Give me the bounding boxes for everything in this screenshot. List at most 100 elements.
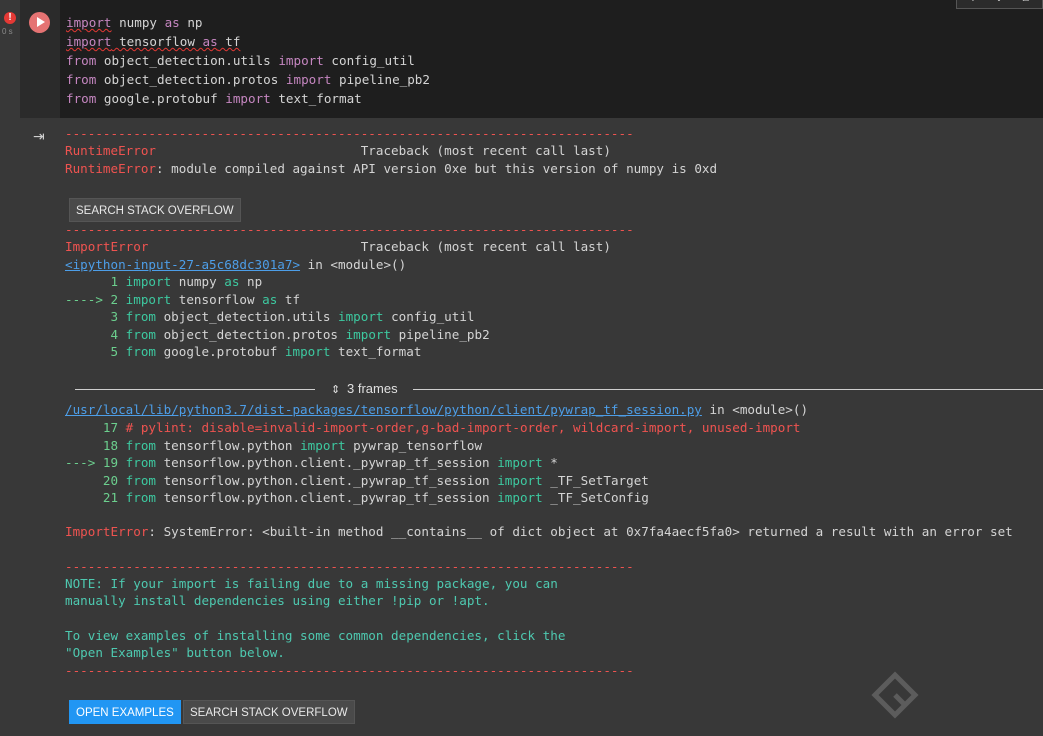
output-text: ----------------------------------------… bbox=[65, 118, 1013, 678]
code-token: text_format bbox=[270, 91, 362, 106]
code-token: 18 bbox=[65, 437, 126, 453]
frames-divider bbox=[413, 389, 1043, 390]
code-token: numpy bbox=[111, 15, 165, 30]
collapsed-frames-toggle[interactable]: ⇕ 3 frames bbox=[75, 380, 1043, 398]
pywrap-file-link[interactable]: /usr/local/lib/python3.7/dist-packages/t… bbox=[65, 402, 702, 417]
code-editor[interactable]: import numpy as np import tensorflow as t… bbox=[60, 0, 1043, 118]
code-line: from object_detection.protos import pipe… bbox=[66, 70, 430, 89]
note-line-2: manually install dependencies using eith… bbox=[65, 593, 490, 608]
code-token: np bbox=[239, 274, 263, 289]
code-token: from bbox=[66, 72, 97, 87]
error-badge-icon[interactable]: ! bbox=[4, 12, 16, 24]
frames-label: 3 frames bbox=[347, 381, 398, 396]
code-token: object_detection.protos bbox=[156, 326, 346, 342]
link-icon[interactable]: ⧉ bbox=[1019, 0, 1031, 4]
code-token: from bbox=[125, 472, 157, 488]
runtime-error-header: RuntimeError Traceback (most recent call… bbox=[65, 143, 611, 158]
code-token: 17 bbox=[65, 420, 126, 435]
traceback-line: 1 import numpy as np bbox=[65, 273, 262, 291]
code-token: _TF_SetTarget bbox=[542, 472, 649, 488]
code-token: text_format bbox=[330, 344, 422, 359]
code-token: as bbox=[224, 274, 240, 289]
expand-frames-icon: ⇕ bbox=[331, 384, 341, 396]
ipython-input-link[interactable]: <ipython-input-27-a5c68dc301a7> bbox=[65, 257, 300, 272]
code-token: object_detection.protos bbox=[96, 72, 286, 87]
code-token: import bbox=[125, 291, 172, 307]
traceback-line: 18 from tensorflow.python import pywrap_… bbox=[65, 437, 482, 455]
code-token: ---> 19 bbox=[65, 455, 126, 470]
traceback-line: 3 from object_detection.utils import con… bbox=[65, 308, 475, 326]
traceback-location: <ipython-input-27-a5c68dc301a7> in <modu… bbox=[65, 257, 407, 272]
dash-line: ----------------------------------------… bbox=[65, 663, 634, 678]
code-token: import bbox=[497, 472, 543, 488]
run-cell-button[interactable] bbox=[29, 12, 50, 33]
code-token: 4 bbox=[65, 326, 126, 342]
code-line: import tensorflow as tf bbox=[66, 32, 430, 51]
code-token: tf bbox=[217, 34, 241, 49]
code-token: object_detection.utils bbox=[156, 309, 338, 324]
frames-divider bbox=[75, 389, 315, 390]
code-line: import numpy as np bbox=[66, 13, 430, 32]
code-token: from bbox=[125, 309, 157, 324]
traceback-line: 20 from tensorflow.python.client._pywrap… bbox=[65, 472, 649, 490]
import-error-header: ImportError Traceback (most recent call … bbox=[65, 239, 611, 254]
traceback-line: 5 from google.protobuf import text_forma… bbox=[65, 343, 421, 361]
dash-line: ----------------------------------------… bbox=[65, 559, 634, 574]
dash-line: ----------------------------------------… bbox=[65, 222, 634, 237]
code-token: config_util bbox=[323, 53, 415, 68]
code-token: from bbox=[66, 53, 97, 68]
code-token: as bbox=[262, 291, 278, 307]
code-token: numpy bbox=[171, 274, 225, 289]
runtime-error-message: RuntimeError: module compiled against AP… bbox=[65, 161, 718, 176]
dash-line: ----------------------------------------… bbox=[65, 126, 634, 141]
open-examples-button[interactable]: OPEN EXAMPLES bbox=[69, 700, 181, 724]
traceback-line: 4 from object_detection.protos import pi… bbox=[65, 326, 490, 344]
code-lines: import numpy as np import tensorflow as t… bbox=[66, 13, 430, 108]
search-stack-overflow-button[interactable]: SEARCH STACK OVERFLOW bbox=[69, 198, 241, 222]
code-token: from bbox=[125, 490, 157, 505]
code-token: tensorflow bbox=[111, 34, 203, 49]
code-cell: import numpy as np import tensorflow as t… bbox=[20, 0, 1043, 118]
code-token: import bbox=[497, 490, 543, 505]
traceback-line: 21 from tensorflow.python.client._pywrap… bbox=[65, 489, 649, 507]
code-token: tensorflow bbox=[171, 291, 263, 307]
code-token: pywrap_tensorflow bbox=[345, 437, 483, 453]
code-token: * bbox=[542, 455, 558, 470]
code-token: tensorflow.python.client._pywrap_tf_sess… bbox=[156, 472, 498, 488]
code-token: object_detection.utils bbox=[96, 53, 279, 68]
cell-toolbar: ↑ ↓ ⧉ bbox=[956, 0, 1043, 9]
code-token: pipeline_pb2 bbox=[391, 326, 490, 342]
code-token: _TF_SetConfig bbox=[542, 490, 649, 505]
code-token: 3 bbox=[65, 309, 126, 324]
traceback-line: 17 # pylint: disable=invalid-import-orde… bbox=[65, 419, 801, 437]
code-token: config_util bbox=[383, 309, 475, 324]
code-token: from bbox=[125, 344, 157, 359]
code-token: tensorflow.python bbox=[156, 437, 301, 453]
watermark-logo bbox=[871, 671, 919, 719]
code-token: 20 bbox=[65, 472, 126, 488]
code-token: from bbox=[125, 455, 157, 470]
code-line: from object_detection.utils import confi… bbox=[66, 51, 430, 70]
code-token: pipeline_pb2 bbox=[331, 72, 430, 87]
run-column bbox=[20, 0, 60, 118]
arrow-down-icon[interactable]: ↓ bbox=[993, 0, 1005, 4]
code-token: tensorflow.python.client._pywrap_tf_sess… bbox=[156, 455, 498, 470]
code-token: from bbox=[125, 437, 157, 453]
search-stack-overflow-button-2[interactable]: SEARCH STACK OVERFLOW bbox=[183, 700, 355, 724]
code-token: import bbox=[300, 437, 346, 453]
code-token: tensorflow.python.client._pywrap_tf_sess… bbox=[156, 490, 498, 505]
code-token: 21 bbox=[65, 490, 126, 505]
code-token: tf bbox=[277, 291, 301, 307]
final-error-message: ImportError: SystemError: <built-in meth… bbox=[65, 524, 1013, 539]
note-line-1: NOTE: If your import is failing due to a… bbox=[65, 576, 558, 591]
output-clear-icon[interactable]: ⇥ bbox=[33, 129, 49, 145]
code-token: import bbox=[497, 455, 543, 470]
execution-time: 0 s bbox=[2, 27, 13, 36]
code-token: import bbox=[125, 274, 172, 289]
arrow-up-icon[interactable]: ↑ bbox=[967, 0, 979, 4]
code-token: as bbox=[164, 15, 180, 30]
code-token: import bbox=[338, 309, 384, 324]
code-token: import bbox=[66, 15, 112, 30]
code-token: ----> 2 bbox=[65, 291, 126, 307]
code-token: import bbox=[345, 326, 392, 342]
